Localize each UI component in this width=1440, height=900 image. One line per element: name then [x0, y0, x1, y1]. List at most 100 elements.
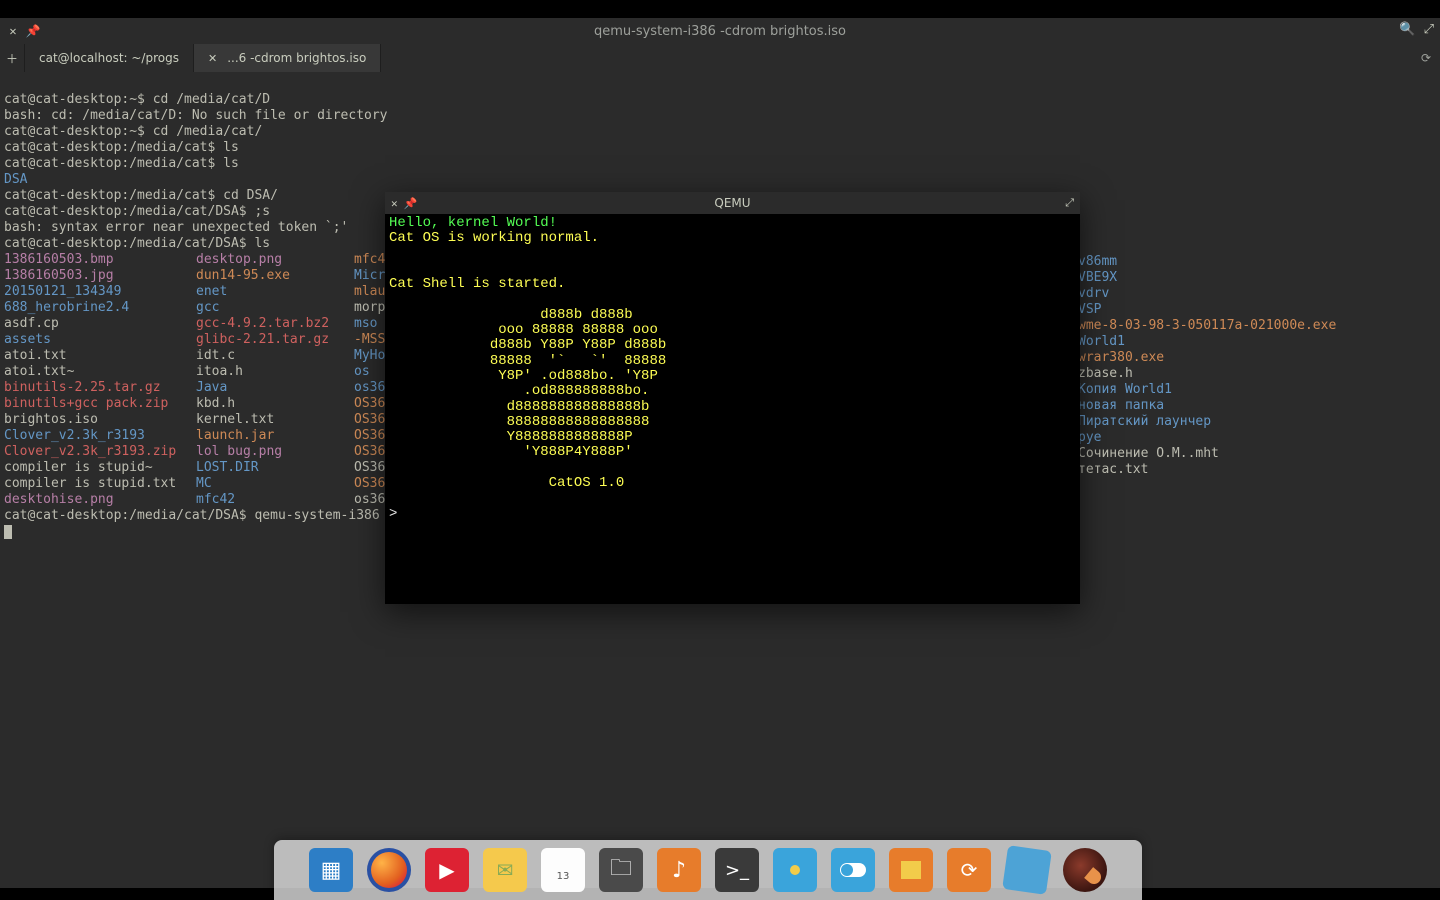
app-blue-icon[interactable] — [1002, 845, 1052, 895]
ls-entry: Java — [196, 380, 342, 396]
ls-entry: тетас.txt — [1078, 462, 1336, 478]
qemu-line: d888b Y88P Y88P d888b — [389, 338, 1076, 353]
settings-icon[interactable] — [831, 848, 875, 892]
qemu-line: Y8888888888888P — [389, 430, 1076, 445]
ls-entry: atoi.txt — [4, 348, 184, 364]
ls-entry: 688_herobrine2.4 — [4, 300, 184, 316]
cmd: qemu-system-i386 - — [247, 508, 396, 523]
cmd: ls — [215, 156, 238, 171]
prompt: cat@cat-desktop:~$ — [4, 92, 145, 107]
ls-entry: VSP — [1078, 302, 1336, 318]
ls-entry: desktohise.png — [4, 492, 184, 508]
ls-entry: desktop.png — [196, 252, 342, 268]
qemu-line — [389, 491, 1076, 506]
terminal-titlebar: ✕ 📌 qemu-system-i386 -cdrom brightos.iso… — [0, 18, 1440, 44]
qemu-line: d888b d888b — [389, 308, 1076, 323]
tab-close-icon[interactable]: ✕ — [208, 52, 217, 65]
ls-entry: wrar380.exe — [1078, 350, 1336, 366]
ls-listing-right: v86mmVBE9XvdrvVSPwme-8-03-98-3-050117a-0… — [1078, 254, 1336, 478]
ls-entry: MC — [196, 476, 342, 492]
ls-entry: compiler is stupid.txt — [4, 476, 184, 492]
window-title: qemu-system-i386 -cdrom brightos.iso — [0, 24, 1440, 39]
ls-entry: zbase.h — [1078, 366, 1336, 382]
ls-entry: kbd.h — [196, 396, 342, 412]
ls-entry: atoi.txt~ — [4, 364, 184, 380]
qemu-line — [389, 292, 1076, 307]
tab-label: cat@localhost: ~/progs — [39, 51, 179, 65]
new-tab-button[interactable]: ＋ — [0, 44, 25, 72]
music-icon[interactable]: ♪ — [657, 848, 701, 892]
close-icon[interactable]: ✕ — [391, 197, 398, 210]
qemu-line: CatOS 1.0 — [389, 476, 1076, 491]
qemu-line: Cat OS is working normal. — [389, 231, 1076, 246]
ls-entry: binutils+gcc pack.zip — [4, 396, 184, 412]
qemu-line — [389, 247, 1076, 262]
qemu-line: .od888888888bo. — [389, 384, 1076, 399]
photos-icon[interactable] — [773, 848, 817, 892]
ls-entry: lol bug.png — [196, 444, 342, 460]
ls-entry: itoa.h — [196, 364, 342, 380]
ls-entry: v86mm — [1078, 254, 1336, 270]
cmd: cd DSA/ — [215, 188, 278, 203]
update-icon[interactable]: ⟳ — [947, 848, 991, 892]
qemu-line — [389, 461, 1076, 476]
ls-entry: launch.jar — [196, 428, 342, 444]
mail-icon[interactable]: ✉ — [483, 848, 527, 892]
qemu-line: > — [389, 507, 1076, 522]
qemu-screen[interactable]: Hello, kernel World!Cat OS is working no… — [385, 214, 1080, 604]
output-line: DSA — [4, 172, 27, 187]
prompt: cat@cat-desktop:/media/cat/DSA$ — [4, 508, 247, 523]
tab-1[interactable]: cat@localhost: ~/progs — [25, 44, 194, 72]
history-icon[interactable]: ⟳ — [1412, 44, 1440, 72]
cmd: ls — [215, 140, 238, 155]
calendar-icon[interactable]: 13 — [541, 848, 585, 892]
cursor — [4, 525, 12, 539]
ls-entry: World1 — [1078, 334, 1336, 350]
ls-entry: wme-8-03-98-3-050117a-021000e.exe — [1078, 318, 1336, 334]
pin-icon[interactable]: 📌 — [26, 24, 40, 38]
ls-entry: Clover_v2.3k_r3193 — [4, 428, 184, 444]
ls-entry: Пиратский лаунчер — [1078, 414, 1336, 430]
maximize-icon[interactable]: ⤢ — [1065, 196, 1074, 210]
pin-icon[interactable]: 📌 — [404, 197, 418, 210]
tiles-icon[interactable]: ▦ — [309, 848, 353, 892]
cmd: cd /media/cat/ — [145, 124, 262, 139]
prompt: cat@cat-desktop:/media/cat/DSA$ — [4, 204, 247, 219]
firefox-icon[interactable] — [367, 848, 411, 892]
youtube-icon[interactable]: ▶ — [425, 848, 469, 892]
prompt: cat@cat-desktop:~$ — [4, 124, 145, 139]
search-icon[interactable]: 🔍 — [1399, 22, 1415, 37]
ls-entry: руе — [1078, 430, 1336, 446]
files-icon[interactable]: 🗀 — [599, 848, 643, 892]
qemu-line: ooo 88888 88888 ooo — [389, 323, 1076, 338]
app-orb-icon[interactable] — [1063, 848, 1107, 892]
terminal-icon[interactable]: >_ — [715, 848, 759, 892]
qemu-title: QEMU — [385, 196, 1080, 210]
ls-entry: VBE9X — [1078, 270, 1336, 286]
close-icon[interactable]: ✕ — [6, 24, 20, 38]
ls-entry: dun14-95.exe — [196, 268, 342, 284]
ls-entry: vdrv — [1078, 286, 1336, 302]
qemu-line: 'Y888P4Y888P' — [389, 445, 1076, 460]
tab-2[interactable]: ✕ ...6 -cdrom brightos.iso — [194, 44, 381, 72]
ls-entry: новая папка — [1078, 398, 1336, 414]
ls-entry: brightos.iso — [4, 412, 184, 428]
tab-label: ...6 -cdrom brightos.iso — [227, 51, 366, 65]
qemu-line: d888888888888888b — [389, 400, 1076, 415]
ls-entry: 1386160503.bmp — [4, 252, 184, 268]
qemu-line: Y8P' .od888bo. 'Y8P — [389, 369, 1076, 384]
ls-entry: binutils-2.25.tar.gz — [4, 380, 184, 396]
software-icon[interactable] — [889, 848, 933, 892]
qemu-line: 88888 '` `' 88888 — [389, 354, 1076, 369]
prompt: cat@cat-desktop:/media/cat/DSA$ — [4, 236, 247, 251]
ls-entry: asdf.cp — [4, 316, 184, 332]
ls-entry: LOST.DIR — [196, 460, 342, 476]
calendar-day: 13 — [557, 860, 570, 892]
ls-entry: idt.c — [196, 348, 342, 364]
qemu-line: 88888888888888888 — [389, 415, 1076, 430]
qemu-titlebar: ✕ 📌 QEMU ⤢ — [385, 192, 1080, 214]
maximize-icon[interactable]: ⤢ — [1424, 22, 1434, 37]
ls-entry: enet — [196, 284, 342, 300]
ls-entry: gcc-4.9.2.tar.bz2 — [196, 316, 342, 332]
dock: ▦ ▶ ✉ 13 🗀 ♪ >_ ⟳ — [274, 840, 1142, 900]
